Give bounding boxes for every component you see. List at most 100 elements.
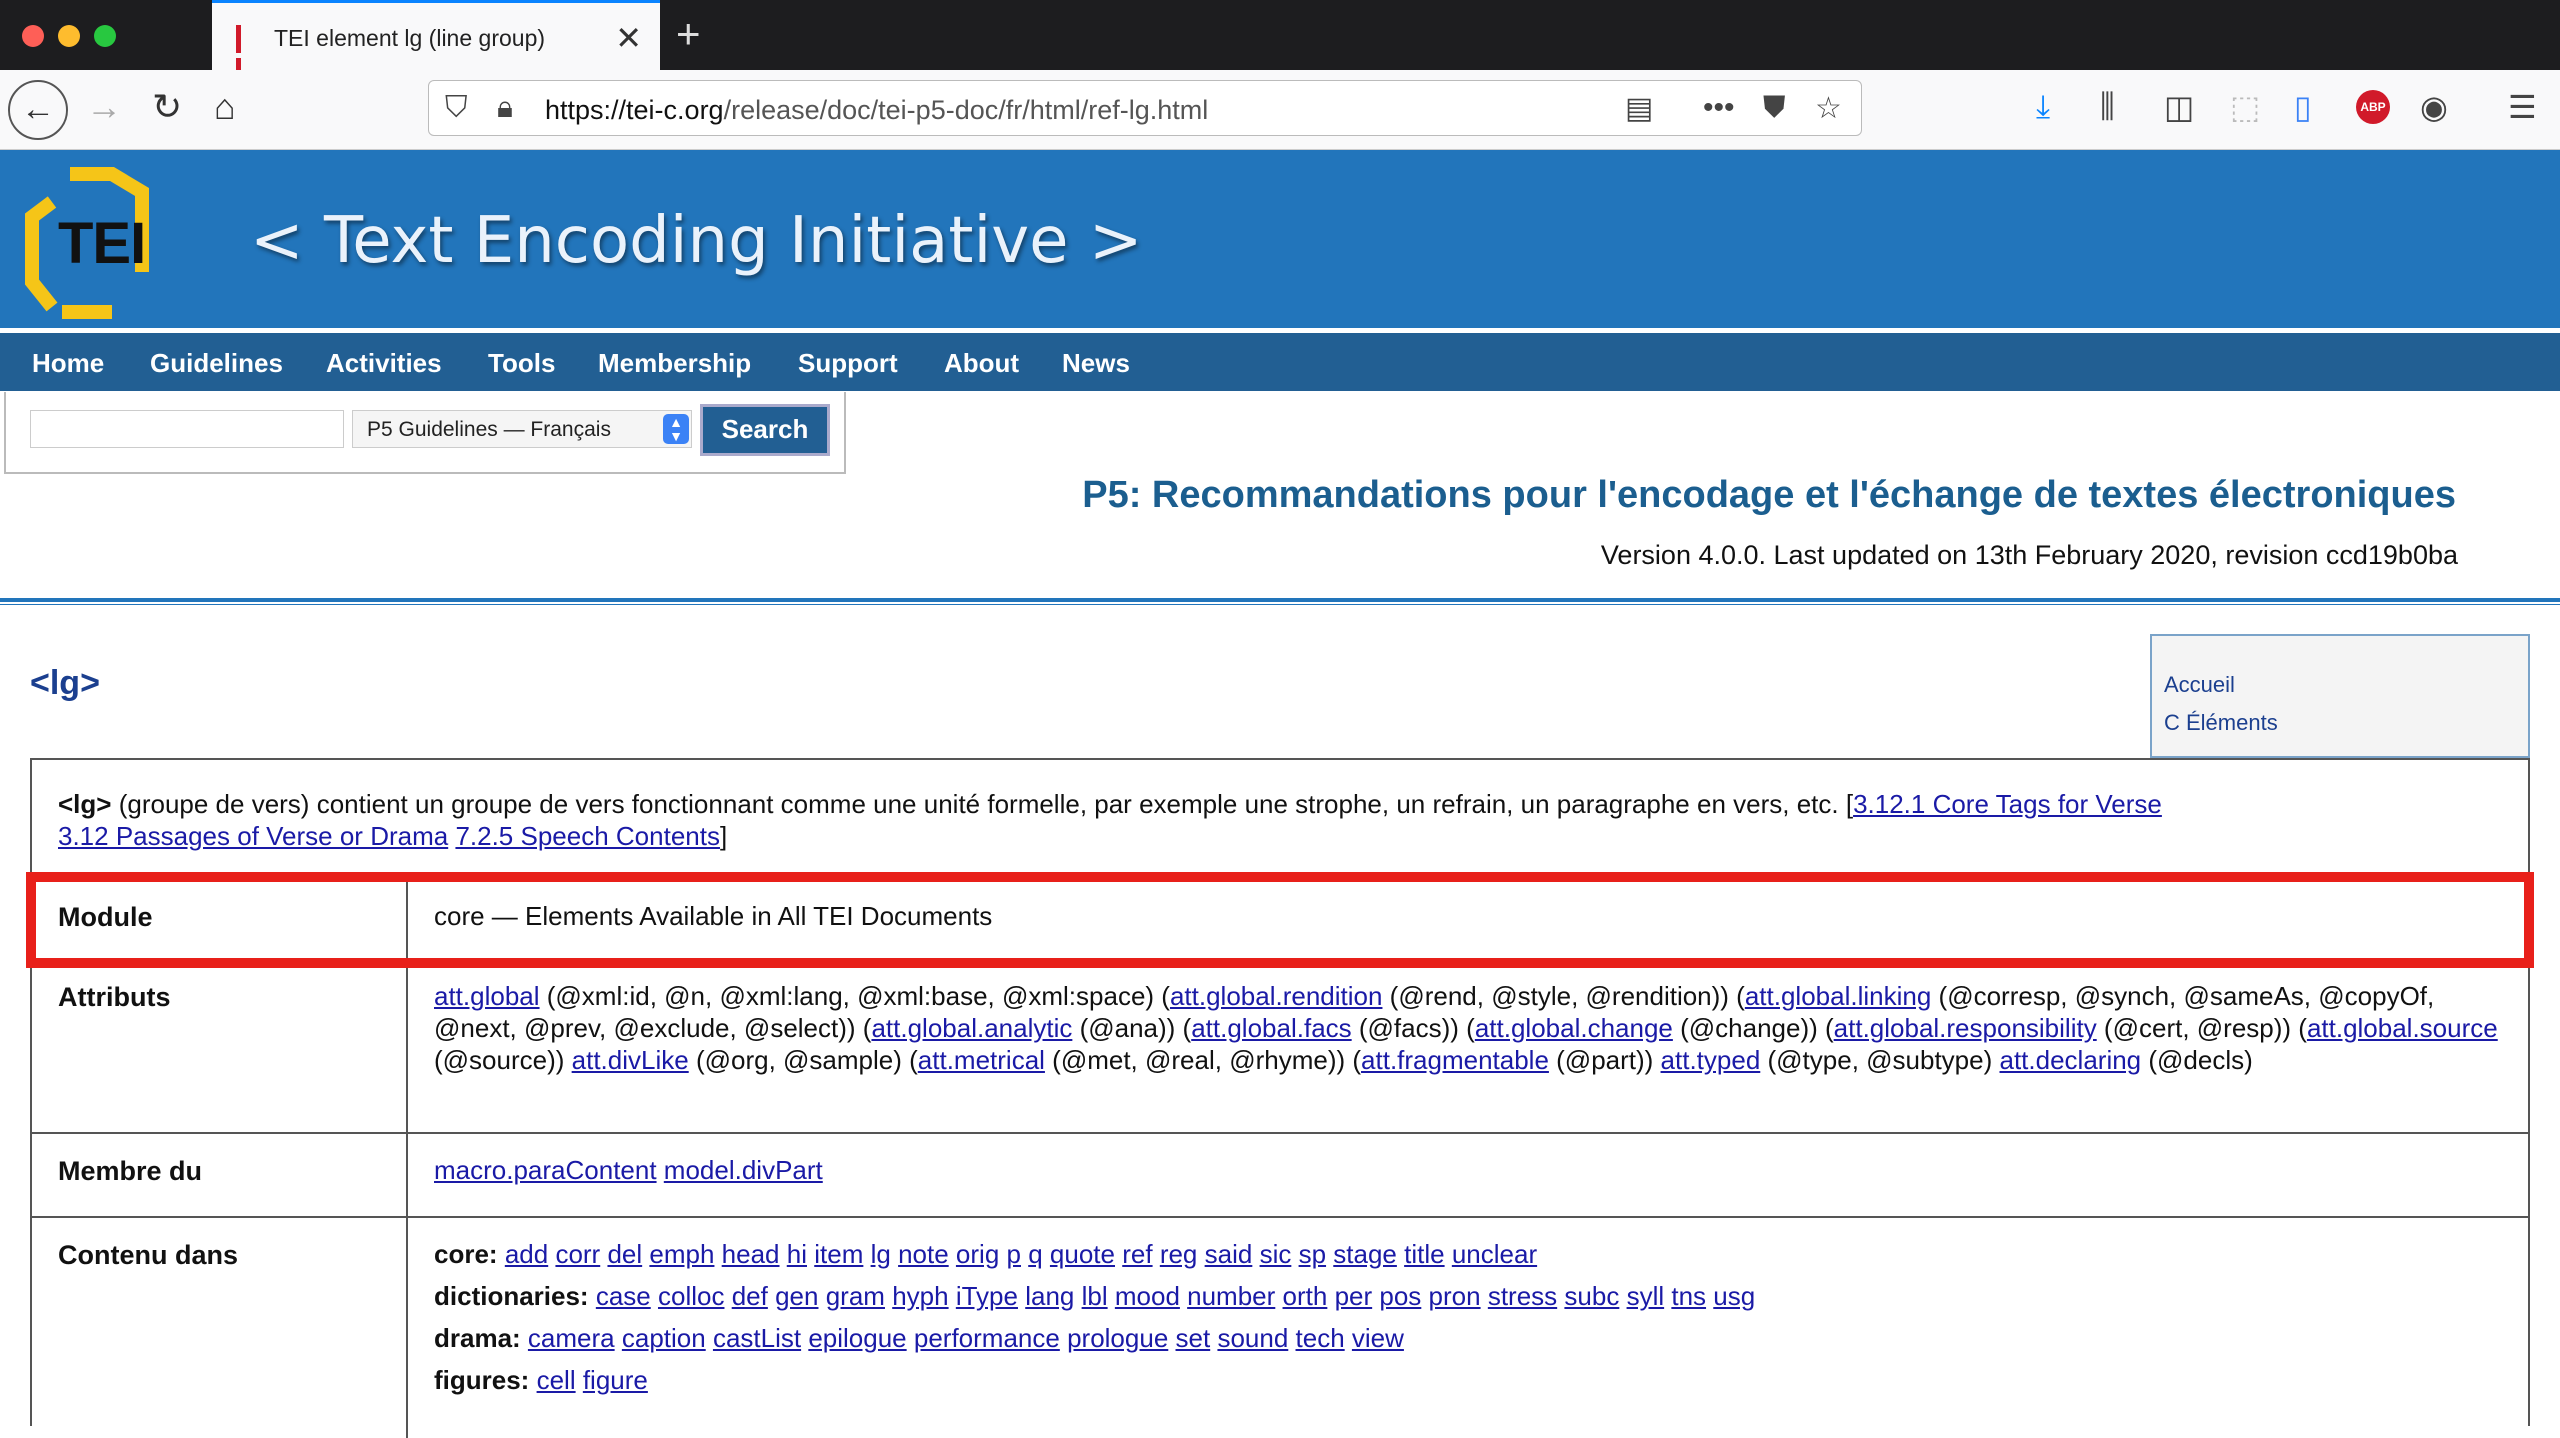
reader-view-icon[interactable]: ▤ (1625, 91, 1653, 126)
element-link[interactable]: prologue (1067, 1323, 1168, 1353)
element-link[interactable]: cell (537, 1365, 576, 1395)
element-link[interactable]: note (898, 1239, 949, 1269)
element-link[interactable]: epilogue (808, 1323, 906, 1353)
document-icon[interactable]: ▯ (2294, 88, 2312, 126)
bookmark-star-icon[interactable]: ☆ (1815, 91, 1842, 126)
menu-icon[interactable]: ☰ (2508, 88, 2537, 126)
element-link[interactable]: subc (1564, 1281, 1619, 1311)
breadcrumb-elements-link[interactable]: C Éléments (2164, 710, 2278, 736)
element-link[interactable]: colloc (658, 1281, 724, 1311)
element-link[interactable]: tech (1296, 1323, 1345, 1353)
element-link[interactable]: quote (1050, 1239, 1115, 1269)
nav-tools[interactable]: Tools (488, 348, 555, 379)
element-link[interactable]: tns (1671, 1281, 1706, 1311)
home-icon[interactable]: ⌂ (214, 86, 236, 128)
search-button[interactable]: Search (700, 404, 830, 456)
back-arrow-icon[interactable]: ← (8, 80, 68, 140)
element-link[interactable]: set (1176, 1323, 1211, 1353)
element-link[interactable]: del (607, 1239, 642, 1269)
screenshot-icon[interactable]: ⬚ (2230, 88, 2260, 126)
element-link[interactable]: add (505, 1239, 548, 1269)
nav-membership[interactable]: Membership (598, 348, 751, 379)
nav-guidelines[interactable]: Guidelines (150, 348, 283, 379)
element-link[interactable]: number (1187, 1281, 1275, 1311)
account-icon[interactable]: ◉ (2420, 88, 2448, 126)
library-icon[interactable]: ⫼ (2100, 88, 2115, 126)
element-link[interactable]: lang (1025, 1281, 1074, 1311)
element-link[interactable]: corr (555, 1239, 600, 1269)
element-link[interactable]: hi (787, 1239, 807, 1269)
attribute-class-link[interactable]: att.global.change (1475, 1013, 1673, 1043)
ref-link[interactable]: 7.2.5 Speech Contents (455, 821, 720, 851)
element-link[interactable]: figure (583, 1365, 648, 1395)
element-link[interactable]: ref (1122, 1239, 1152, 1269)
nav-support[interactable]: Support (798, 348, 898, 379)
close-window-button[interactable] (22, 25, 44, 47)
element-link[interactable]: sp (1299, 1239, 1326, 1269)
element-link[interactable]: pos (1379, 1281, 1421, 1311)
attribute-class-link[interactable]: att.divLike (572, 1045, 689, 1075)
ref-link[interactable]: 3.12 Passages of Verse or Drama (58, 821, 448, 851)
attribute-class-link[interactable]: att.declaring (2000, 1045, 2142, 1075)
element-link[interactable]: syll (1627, 1281, 1665, 1311)
element-link[interactable]: camera (528, 1323, 615, 1353)
element-link[interactable]: iType (956, 1281, 1018, 1311)
forward-arrow-icon[interactable]: → (86, 86, 122, 128)
nav-news[interactable]: News (1062, 348, 1130, 379)
element-link[interactable]: gen (775, 1281, 818, 1311)
shield-icon[interactable]: ⛉ (445, 91, 468, 125)
element-link[interactable]: reg (1160, 1239, 1198, 1269)
element-link[interactable]: lg (871, 1239, 891, 1269)
element-link[interactable]: pron (1429, 1281, 1481, 1311)
element-link[interactable]: lbl (1082, 1281, 1108, 1311)
element-link[interactable]: hyph (892, 1281, 948, 1311)
element-link[interactable]: view (1352, 1323, 1404, 1353)
attribute-class-link[interactable]: att.global.analytic (871, 1013, 1072, 1043)
element-link[interactable]: sic (1260, 1239, 1292, 1269)
element-link[interactable]: orig (956, 1239, 999, 1269)
element-link[interactable]: title (1404, 1239, 1444, 1269)
breadcrumb-home-link[interactable]: Accueil (2164, 672, 2235, 698)
element-link[interactable]: item (814, 1239, 863, 1269)
element-link[interactable]: stress (1488, 1281, 1557, 1311)
download-icon[interactable]: ⤓ (2036, 88, 2050, 126)
element-link[interactable]: usg (1713, 1281, 1755, 1311)
attribute-class-link[interactable]: att.global.responsibility (1834, 1013, 2097, 1043)
element-link[interactable]: head (722, 1239, 780, 1269)
element-link[interactable]: gram (826, 1281, 885, 1311)
sidebar-icon[interactable]: ◫ (2164, 88, 2194, 126)
class-link[interactable]: model.divPart (664, 1155, 823, 1185)
element-link[interactable]: p (1007, 1239, 1021, 1269)
element-link[interactable]: sound (1217, 1323, 1288, 1353)
element-link[interactable]: caption (622, 1323, 706, 1353)
url-bar[interactable]: ⛉ 🔒︎ https://tei-c.org/release/doc/tei-p… (428, 80, 1862, 136)
element-link[interactable]: said (1205, 1239, 1253, 1269)
tei-logo[interactable]: TEI (22, 162, 182, 322)
attribute-class-link[interactable]: att.global.linking (1745, 981, 1931, 1011)
element-link[interactable]: unclear (1452, 1239, 1537, 1269)
element-link[interactable]: case (596, 1281, 651, 1311)
nav-about[interactable]: About (944, 348, 1019, 379)
reload-icon[interactable]: ↻ (152, 86, 182, 128)
url-text[interactable]: https://tei-c.org/release/doc/tei-p5-doc… (545, 95, 1208, 126)
attribute-class-link[interactable]: att.global (434, 981, 540, 1011)
class-link[interactable]: macro.paraContent (434, 1155, 657, 1185)
attribute-class-link[interactable]: att.metrical (918, 1045, 1045, 1075)
new-tab-icon[interactable]: + (676, 10, 701, 58)
search-input[interactable] (30, 410, 344, 448)
element-link[interactable]: performance (914, 1323, 1060, 1353)
attribute-class-link[interactable]: att.global.facs (1191, 1013, 1351, 1043)
attribute-class-link[interactable]: att.fragmentable (1361, 1045, 1549, 1075)
pocket-icon[interactable]: ⛊ (1763, 91, 1786, 125)
element-link[interactable]: mood (1115, 1281, 1180, 1311)
more-actions-icon[interactable]: ••• (1703, 91, 1735, 125)
element-link[interactable]: q (1028, 1239, 1042, 1269)
element-link[interactable]: stage (1333, 1239, 1397, 1269)
ref-link[interactable]: 3.12.1 Core Tags for Verse (1853, 789, 2162, 819)
minimize-window-button[interactable] (58, 25, 80, 47)
tab-close-icon[interactable]: ✕ (615, 19, 642, 57)
attribute-class-link[interactable]: att.typed (1661, 1045, 1761, 1075)
element-link[interactable]: emph (649, 1239, 714, 1269)
attribute-class-link[interactable]: att.global.rendition (1170, 981, 1382, 1011)
nav-activities[interactable]: Activities (326, 348, 442, 379)
